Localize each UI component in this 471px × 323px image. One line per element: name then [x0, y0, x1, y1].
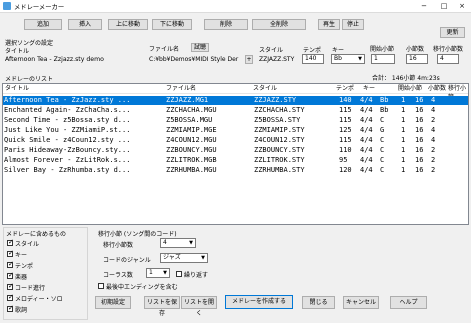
include-lyrics-label: 歌詞: [15, 307, 28, 314]
bars-field[interactable]: 16: [406, 54, 428, 64]
include-style-checkbox[interactable]: [7, 238, 14, 246]
genre-select-value: ジャズ: [163, 254, 181, 261]
col-key[interactable]: キー: [363, 84, 375, 93]
delete-button[interactable]: 削除: [204, 19, 248, 30]
chorus-select-value: 1: [149, 269, 153, 276]
genre-label: コードのジャンル: [103, 257, 151, 264]
col-style[interactable]: スタイル: [253, 84, 277, 93]
make-medley-button[interactable]: メドレーを作成する: [225, 295, 293, 309]
include-tempo-checkbox[interactable]: [7, 260, 14, 268]
minimize-icon[interactable]: −: [415, 0, 433, 12]
play-button[interactable]: 再生: [318, 19, 340, 30]
list-row[interactable]: Enchanted Again- ZzChaCha.s... ZZCHACHA.M…: [3, 106, 468, 115]
chevron-down-icon: ▼: [358, 56, 362, 62]
list-row[interactable]: Paris Hideaway-ZzBouncy.sty... ZZBOUNCY.M…: [3, 146, 468, 155]
col-title[interactable]: タイトル: [5, 84, 29, 93]
move-down-button[interactable]: 下に移動: [152, 19, 192, 30]
transition-title: 移行小節 (ソング間のコード): [98, 231, 177, 238]
transition-bars-field[interactable]: 4: [437, 54, 459, 64]
include-chords-checkbox[interactable]: [7, 282, 14, 290]
chevron-down-icon: ▼: [189, 240, 193, 246]
genre-select[interactable]: ジャズ ▼: [160, 253, 208, 263]
stop-button[interactable]: 停止: [342, 19, 364, 30]
list-row[interactable]: Afternoon Tea - ZzJazz.sty ... ZZJAZZ.MG1…: [3, 96, 468, 105]
repeat-checkbox[interactable]: [176, 271, 182, 277]
style-field[interactable]: ZZJAZZ.STY: [259, 56, 294, 63]
chorus-label: コーラス数: [103, 272, 133, 279]
app-icon: [3, 2, 11, 10]
tempo-field[interactable]: 140: [302, 54, 324, 64]
include-lyrics-checkbox[interactable]: [7, 304, 14, 312]
list-row[interactable]: Almost Forever - ZzLitRok.s... ZZLITROK.M…: [3, 156, 468, 165]
list-row[interactable]: Second Time - z5Bossa.sty d... Z5BOSSA.MG…: [3, 116, 468, 125]
key-select-value: Bb: [334, 55, 342, 62]
include-key-label: キー: [15, 252, 28, 259]
move-up-button[interactable]: 上に移動: [108, 19, 148, 30]
include-tempo-label: テンポ: [15, 263, 34, 270]
list-row[interactable]: Just Like You - ZZMiamiP.st... ZZMIAMIP.M…: [3, 126, 468, 135]
start-bar-label: 開始小節: [370, 46, 395, 53]
save-list-button[interactable]: リストを保存: [144, 296, 180, 317]
close-icon[interactable]: ×: [453, 0, 471, 12]
cancel-button[interactable]: キャンセル: [343, 296, 379, 309]
help-button[interactable]: ヘルプ: [390, 296, 427, 309]
transition-bars-label: 移行小節数: [433, 46, 464, 53]
file-label: ファイル名: [149, 46, 180, 53]
transition-bars-count-label: 移行小節数: [103, 242, 134, 249]
repeat-label: 繰り返す: [184, 272, 209, 279]
include-melody-label: メロディー・ソロ: [15, 296, 63, 303]
medley-list[interactable]: タイトル ファイル名 スタイル テンポ キー 開始小節 小節数 移行小節 Aft…: [2, 83, 469, 225]
col-bars[interactable]: 小節数: [428, 84, 446, 93]
ending-label: 最後中エンディングを含む: [106, 284, 178, 291]
initial-settings-button[interactable]: 初期設定: [95, 296, 131, 309]
transition-bars-select[interactable]: 4 ▼: [160, 238, 196, 248]
include-instruments-label: 楽器: [15, 274, 28, 281]
browse-file-button[interactable]: +: [245, 55, 253, 64]
ending-checkbox[interactable]: [98, 283, 104, 289]
close-button[interactable]: 閉じる: [302, 296, 335, 309]
include-chords-label: コード進行: [15, 285, 46, 292]
update-button[interactable]: 更新: [440, 27, 465, 38]
col-start[interactable]: 開始小節: [398, 84, 422, 93]
test-listen-button[interactable]: 試聴: [191, 43, 209, 52]
delete-all-button[interactable]: 全削除: [252, 19, 306, 30]
key-label: キー: [332, 47, 345, 54]
col-file[interactable]: ファイル名: [166, 84, 196, 93]
insert-button[interactable]: 挿入: [68, 19, 102, 30]
list-title: メドレーのリスト: [5, 76, 54, 83]
file-path-field[interactable]: C:¥bb¥Demos¥MIDI Style Der: [149, 56, 238, 63]
include-melody-checkbox[interactable]: [7, 293, 14, 301]
include-key-checkbox[interactable]: [7, 249, 14, 257]
tempo-label: テンポ: [303, 47, 322, 54]
chevron-down-icon: ▼: [201, 255, 205, 261]
start-bar-field[interactable]: 1: [371, 54, 395, 64]
add-button[interactable]: 追加: [24, 19, 62, 30]
chorus-select[interactable]: 1 ▼: [146, 268, 170, 278]
title-field[interactable]: Afternoon Tea - Zzjazz.sty demo: [5, 56, 104, 63]
maximize-icon[interactable]: □: [435, 0, 453, 12]
transition-bars-select-value: 4: [163, 239, 167, 246]
include-instruments-checkbox[interactable]: [7, 271, 14, 279]
open-list-button[interactable]: リストを開く: [181, 296, 217, 317]
list-header: タイトル ファイル名 スタイル テンポ キー 開始小節 小節数 移行小節: [3, 84, 468, 101]
list-row[interactable]: Quick Smile - z4Coun12.sty ... Z4COUN12.M…: [3, 136, 468, 145]
chevron-down-icon: ▼: [163, 270, 167, 276]
include-style-label: スタイル: [15, 241, 40, 248]
style-label: スタイル: [259, 47, 284, 54]
title-bar: メドレーメーカー − □ ×: [0, 0, 471, 13]
list-total: 合計： 146小節 4m:23s: [372, 75, 440, 82]
title-label: タイトル: [5, 48, 30, 55]
key-select[interactable]: Bb ▼: [331, 54, 365, 64]
bars-label: 小節数: [406, 46, 425, 53]
list-row[interactable]: Silver Bay - ZzRhumba.sty d... ZZRHUMBA.M…: [3, 166, 468, 175]
include-title: メドレーに含めるもの: [6, 231, 67, 238]
window-title: メドレーメーカー: [14, 4, 65, 11]
col-tempo[interactable]: テンポ: [336, 84, 354, 93]
